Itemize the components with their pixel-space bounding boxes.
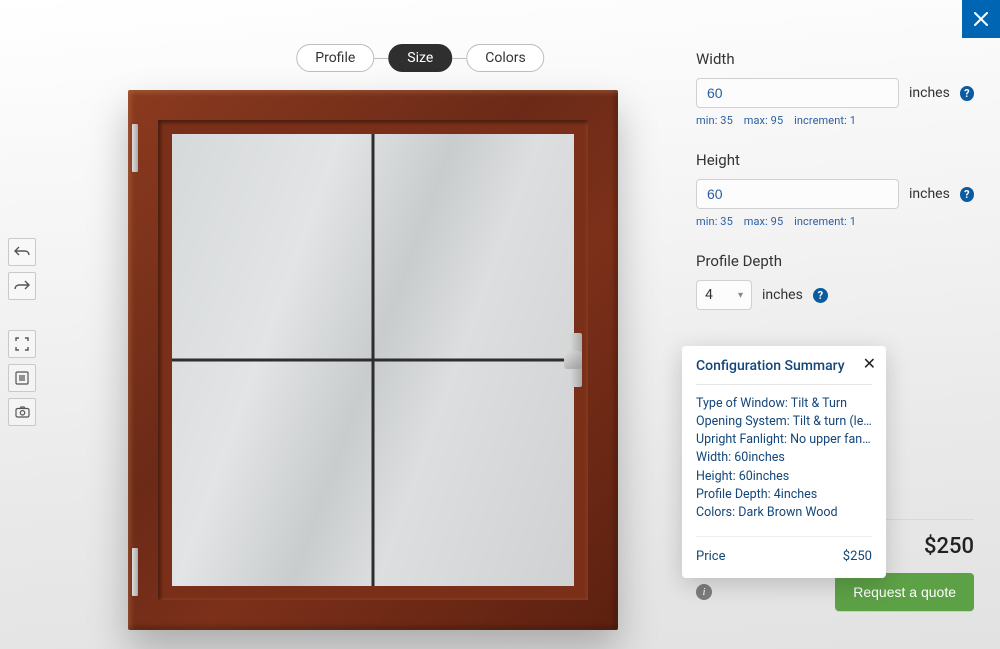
list-icon [15,371,29,385]
hint-inc: increment: 1 [794,215,856,228]
summary-price-label: Price [696,549,725,564]
info-icon[interactable]: i [696,584,712,600]
summary-item: Opening System: Tilt & turn (left) [696,413,872,431]
summary-price-value: $250 [843,549,872,564]
hint-max: max: 95 [744,215,784,228]
help-icon[interactable]: ? [960,86,974,101]
step-connector [452,58,466,59]
price-value: $250 [924,534,974,559]
hint-min: min: 35 [696,215,733,228]
muntin-horizontal [172,359,574,362]
depth-select[interactable]: 4 ▾ [696,280,752,310]
viewer-toolbar [8,238,36,426]
height-input[interactable] [696,179,899,209]
width-hint: min: 35 max: 95 increment: 1 [696,114,974,127]
step-size[interactable]: Size [388,44,452,72]
close-icon [974,12,988,26]
depth-field: Profile Depth 4 ▾ inches ? [696,252,974,310]
summary-items: Type of Window: Tilt & Turn Opening Syst… [696,395,872,522]
summary-item: Height: 60inches [696,468,872,486]
help-icon[interactable]: ? [813,288,828,303]
summary-toggle-button[interactable] [8,364,36,392]
step-profile[interactable]: Profile [296,44,374,72]
divider [696,384,872,385]
depth-unit: inches [762,287,803,303]
step-nav: Profile Size Colors [296,44,544,72]
summary-item: Colors: Dark Brown Wood [696,504,872,522]
config-summary-popup: ✕ Configuration Summary Type of Window: … [682,346,886,578]
window-sash [158,120,588,600]
depth-value: 4 [705,287,713,303]
fullscreen-icon [15,337,29,351]
height-label: Height [696,151,974,169]
hinge-icon [132,548,138,596]
fullscreen-button[interactable] [8,330,36,358]
close-button[interactable] [962,0,1000,38]
hint-min: min: 35 [696,114,733,127]
request-quote-button[interactable]: Request a quote [835,573,974,611]
product-preview[interactable] [128,90,618,630]
height-hint: min: 35 max: 95 increment: 1 [696,215,974,228]
help-icon[interactable]: ? [960,187,974,202]
summary-title: Configuration Summary [696,358,872,374]
window-handle [570,333,582,387]
width-unit: inches [909,85,950,101]
step-colors[interactable]: Colors [466,44,544,72]
width-field: Width inches ? min: 35 max: 95 increment… [696,50,974,127]
hinge-icon [132,124,138,172]
summary-item: Width: 60inches [696,449,872,467]
undo-icon [14,246,30,258]
window-glass [172,134,574,586]
chevron-down-icon: ▾ [738,290,743,301]
step-connector [374,58,388,59]
summary-item: Type of Window: Tilt & Turn [696,395,872,413]
summary-close-button[interactable]: ✕ [863,354,876,373]
hint-max: max: 95 [744,114,784,127]
height-field: Height inches ? min: 35 max: 95 incremen… [696,151,974,228]
window-frame [128,90,618,630]
camera-icon [15,406,30,418]
snapshot-button[interactable] [8,398,36,426]
width-input[interactable] [696,78,899,108]
undo-button[interactable] [8,238,36,266]
redo-icon [14,280,30,292]
summary-item: Upright Fanlight: No upper fanlig... [696,431,872,449]
height-unit: inches [909,186,950,202]
config-form: Width inches ? min: 35 max: 95 increment… [696,50,974,334]
summary-item: Profile Depth: 4inches [696,486,872,504]
hint-inc: increment: 1 [794,114,856,127]
redo-button[interactable] [8,272,36,300]
depth-label: Profile Depth [696,252,974,270]
width-label: Width [696,50,974,68]
